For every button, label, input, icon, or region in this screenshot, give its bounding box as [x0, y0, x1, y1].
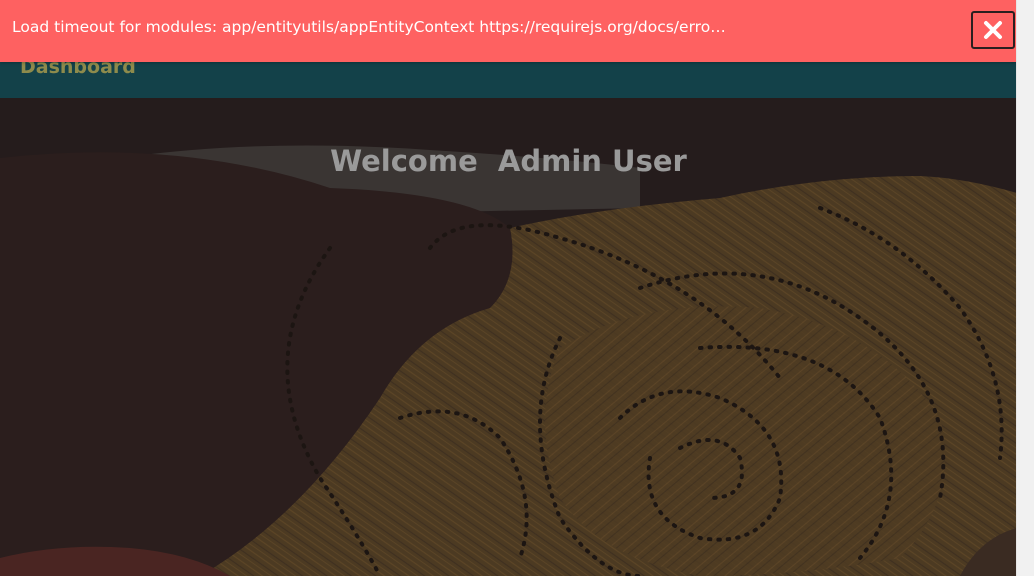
error-message: Load timeout for modules: app/entityutil… — [12, 18, 732, 36]
error-banner: Load timeout for modules: app/entityutil… — [0, 0, 1017, 62]
hero-banner: Welcome Admin User — [0, 98, 1017, 576]
close-error-button[interactable] — [971, 11, 1015, 49]
close-icon — [984, 21, 1002, 39]
page-scrollbar[interactable] — [1016, 0, 1034, 576]
welcome-heading: Welcome Admin User — [330, 144, 687, 178]
page: Dashboard Welcome Admin User Load timeou… — [0, 0, 1034, 576]
